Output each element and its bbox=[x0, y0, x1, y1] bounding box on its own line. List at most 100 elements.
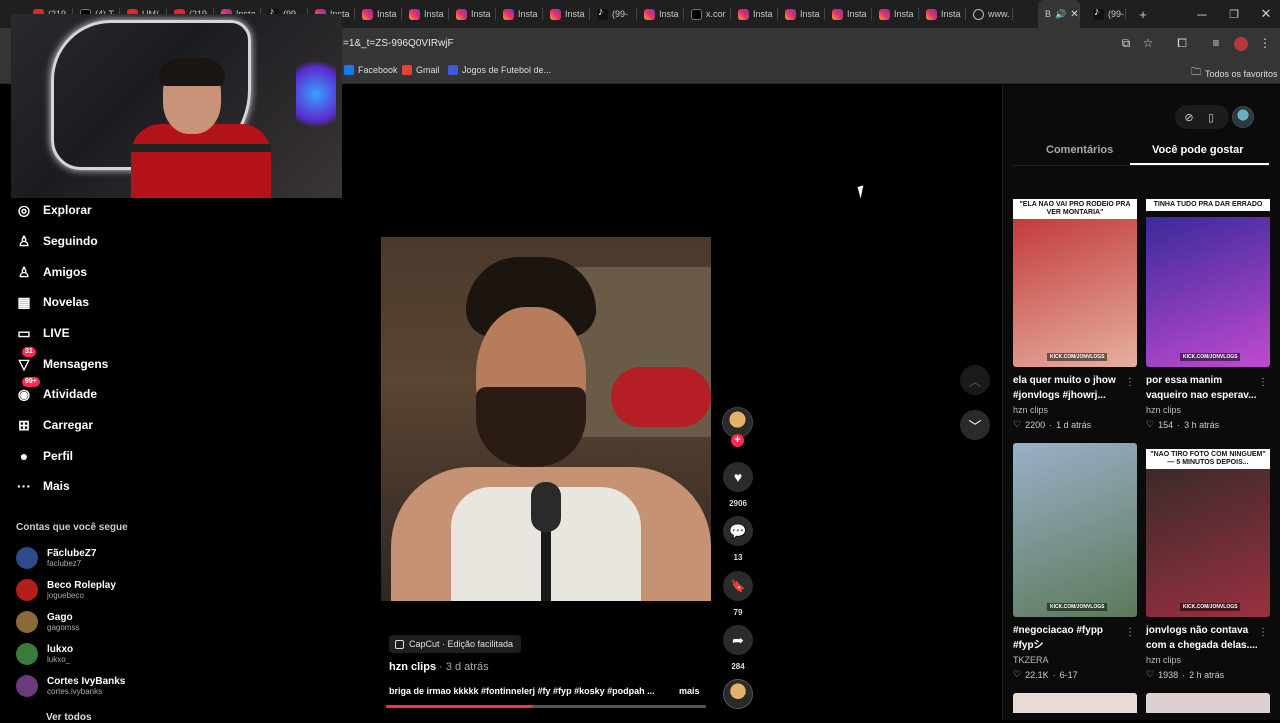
tt-favicon-icon bbox=[597, 6, 608, 20]
card-author[interactable]: hzn clips bbox=[1013, 405, 1137, 415]
ig-favicon-icon bbox=[879, 8, 890, 20]
tab-label: (99- bbox=[612, 9, 629, 19]
see-all-link[interactable]: Ver todos bbox=[46, 712, 92, 723]
suggested-video-card[interactable]: "NAO TIRO FOTO COM NINGUEM" — 5 MINUTOS … bbox=[1146, 443, 1270, 680]
share-arrow-icon[interactable]: ➦ bbox=[723, 625, 753, 655]
tiktok-favicon-icon bbox=[1093, 6, 1104, 20]
tab-divider bbox=[1013, 165, 1269, 166]
watermark: KICK.COM/JONVLOGS bbox=[1047, 353, 1108, 361]
sidebar-item-label: Seguindo bbox=[43, 234, 98, 248]
next-card-thumbnail[interactable] bbox=[1146, 693, 1270, 713]
browser-tab[interactable]: Insta bbox=[355, 0, 402, 28]
browser-tab[interactable]: Insta bbox=[731, 0, 778, 28]
restore-icon[interactable]: ❐ bbox=[1224, 0, 1244, 28]
sound-disc-avatar[interactable] bbox=[723, 679, 753, 709]
bookmark-jogos[interactable]: Jogos de Futebol de... bbox=[448, 65, 551, 75]
followed-account[interactable]: Beco Roleplay joguebeco bbox=[16, 579, 116, 601]
sidebar-item-mais[interactable]: ··· Mais bbox=[16, 475, 70, 497]
tab-comments[interactable]: Comentários bbox=[1046, 144, 1113, 156]
media-control-icon[interactable]: ≡ bbox=[1208, 36, 1224, 50]
sidebar-item-carregar[interactable]: ⊞ Carregar bbox=[16, 414, 93, 436]
video-thumbnail[interactable]: "NAO TIRO FOTO COM NINGUEM" — 5 MINUTOS … bbox=[1146, 443, 1270, 617]
heart-outline-icon: ♡ bbox=[1146, 419, 1155, 429]
previous-video-chevron-up-icon[interactable]: ︿ bbox=[960, 365, 990, 395]
followed-account[interactable]: Cortes IvyBanks cortes.ivybanks bbox=[16, 675, 125, 697]
followed-account[interactable]: FãclubeZ7 faclubez7 bbox=[16, 547, 96, 569]
capcut-tag[interactable]: CapCut · Edição facilitada bbox=[389, 635, 522, 653]
card-likes: 154 bbox=[1158, 419, 1174, 430]
close-tab-icon[interactable]: ✕ bbox=[1070, 9, 1078, 20]
watermark: KICK.COM/JONVLOGS bbox=[1047, 603, 1108, 611]
video-thumbnail[interactable]: KICK.COM/JONVLOGS bbox=[1013, 443, 1137, 617]
sidebar-item-amigos[interactable]: ♙ Amigos bbox=[16, 261, 87, 283]
sidebar-item-live[interactable]: ▭ LIVE bbox=[16, 322, 69, 344]
followed-account[interactable]: Gago gagomss bbox=[16, 611, 79, 633]
sidebar-item-novelas[interactable]: ▦ Novelas bbox=[16, 291, 89, 313]
browser-tab[interactable]: Insta bbox=[543, 0, 590, 28]
bookmark-facebook[interactable]: Facebook bbox=[344, 65, 398, 75]
minimize-icon[interactable]: ─ bbox=[1192, 0, 1212, 28]
sidebar-item-label: Amigos bbox=[43, 265, 88, 279]
browser-tab[interactable]: Insta bbox=[496, 0, 543, 28]
card-title: #negociacao #fypp #fypシ bbox=[1013, 625, 1104, 651]
compass-small-icon[interactable]: ⊘ bbox=[1179, 107, 1199, 127]
bookmark-icon[interactable]: 🔖 bbox=[723, 571, 753, 601]
browser-tab[interactable]: Insta bbox=[637, 0, 684, 28]
avatar bbox=[16, 643, 38, 665]
profile-avatar[interactable] bbox=[1234, 37, 1248, 51]
video-thumbnail[interactable]: "ELA NAO VAI PRO RODEIO PRA VER MONTARIA… bbox=[1013, 193, 1137, 367]
more-link[interactable]: mais bbox=[679, 686, 700, 696]
url-field[interactable]: =1&_t=ZS-996Q0VIRwjF bbox=[343, 38, 454, 49]
bookmark-star-icon[interactable]: ☆ bbox=[1140, 36, 1156, 50]
mobile-device-icon[interactable]: ▯ bbox=[1201, 107, 1221, 127]
browser-tab[interactable]: (99- bbox=[590, 0, 637, 28]
card-meta: ♡ 1938 · 2 h atrás bbox=[1146, 669, 1270, 680]
video-player[interactable] bbox=[381, 237, 711, 601]
browser-tab[interactable]: Insta bbox=[778, 0, 825, 28]
suggested-video-card[interactable]: "ELA NAO VAI PRO RODEIO PRA VER MONTARIA… bbox=[1013, 193, 1137, 430]
user-avatar[interactable] bbox=[1232, 106, 1254, 128]
sidebar-item-perfil[interactable]: ● Perfil bbox=[16, 445, 73, 467]
video-author-line[interactable]: hzn clips · 3 d atrás bbox=[389, 661, 489, 673]
account-handle: cortes.ivybanks bbox=[47, 686, 103, 696]
account-name: FãclubeZ7 bbox=[47, 547, 97, 559]
install-app-icon[interactable]: ⧉ bbox=[1118, 36, 1134, 51]
tab-suggested[interactable]: Você pode gostar bbox=[1152, 144, 1243, 156]
browser-menu-icon[interactable]: ⋮ bbox=[1257, 36, 1273, 50]
all-bookmarks[interactable]: 🗀 Todos os favoritos bbox=[1191, 65, 1278, 82]
new-tab-button[interactable]: + bbox=[1134, 0, 1152, 28]
card-author[interactable]: hzn clips bbox=[1146, 405, 1270, 415]
video-thumbnail[interactable]: TINHA TUDO PRA DAR ERRADO KICK.COM/JONVLO… bbox=[1146, 193, 1270, 367]
tab-last[interactable]: (99- bbox=[1086, 0, 1126, 28]
card-author[interactable]: hzn clips bbox=[1146, 655, 1270, 665]
bookmark-label: Jogos de Futebol de... bbox=[462, 65, 552, 75]
watermark: KICK.COM/JONVLOGS bbox=[1180, 603, 1241, 611]
followed-account[interactable]: lukxo lukxo_ bbox=[16, 643, 73, 665]
like-heart-icon[interactable]: ♥ bbox=[723, 462, 753, 492]
browser-tab[interactable]: Insta bbox=[825, 0, 872, 28]
browser-tab[interactable]: Insta bbox=[449, 0, 496, 28]
sidebar-item-atividade[interactable]: ◉ 99+ Atividade bbox=[16, 377, 97, 405]
close-window-icon[interactable]: ✕ bbox=[1256, 0, 1276, 28]
video-progress-bar[interactable] bbox=[386, 705, 706, 708]
sidebar-item-mensagens[interactable]: ▽ 31 Mensagens bbox=[16, 347, 108, 375]
next-card-thumbnail[interactable] bbox=[1013, 693, 1137, 713]
browser-tab[interactable]: Insta bbox=[402, 0, 449, 28]
comment-icon[interactable]: 💬 bbox=[723, 516, 753, 546]
tab-active[interactable]: B 🔊 ✕ bbox=[1038, 0, 1080, 28]
browser-tab[interactable]: x.cor bbox=[684, 0, 731, 28]
browser-tab[interactable]: Insta bbox=[919, 0, 966, 28]
card-author[interactable]: TKZERA bbox=[1013, 655, 1137, 665]
sidebar-item-explorar[interactable]: ◎ Explorar bbox=[16, 199, 92, 221]
extensions-icon[interactable]: ⧠ bbox=[1174, 36, 1190, 51]
suggested-video-card[interactable]: TINHA TUDO PRA DAR ERRADO KICK.COM/JONVLO… bbox=[1146, 193, 1270, 430]
browser-tab[interactable]: www. bbox=[966, 0, 1013, 28]
suggested-video-card[interactable]: KICK.COM/JONVLOGS ⋮ #negociacao #fypp #fyp… bbox=[1013, 443, 1137, 680]
follow-plus-icon[interactable]: + bbox=[731, 434, 744, 447]
video-author[interactable]: hzn clips bbox=[389, 661, 436, 673]
sidebar-item-seguindo[interactable]: ♙ Seguindo bbox=[16, 230, 98, 252]
browser-tab[interactable]: Insta bbox=[872, 0, 919, 28]
next-video-chevron-down-icon[interactable]: ﹀ bbox=[960, 410, 990, 440]
bookmark-gmail[interactable]: Gmail bbox=[402, 65, 440, 75]
tab-label: Insta bbox=[471, 9, 491, 19]
